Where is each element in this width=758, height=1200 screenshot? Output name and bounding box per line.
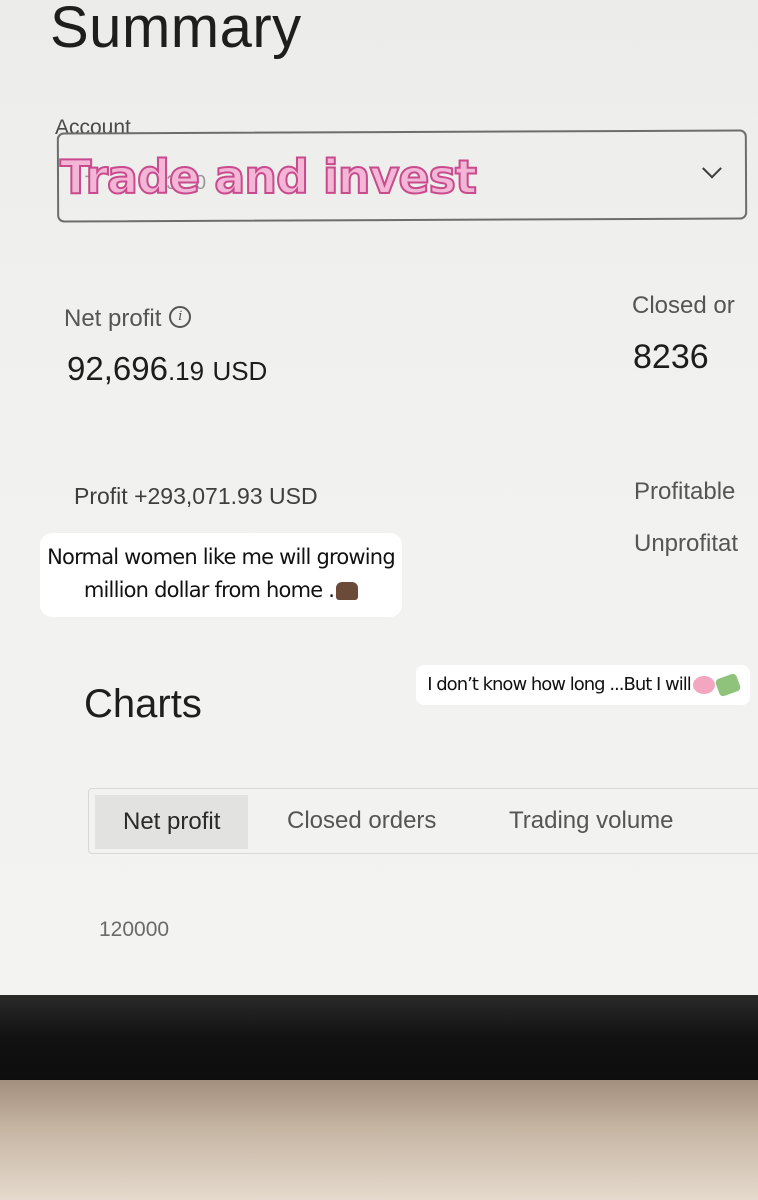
desk-surface — [0, 1080, 758, 1200]
charts-title: Charts — [84, 682, 202, 726]
net-profit-decimals: .19 — [167, 356, 205, 386]
person-laptop-emoji-icon — [336, 582, 359, 600]
profitable-label: Profitable — [634, 478, 736, 505]
closed-orders-label: Closed or — [632, 292, 735, 319]
net-profit-label-text: Net profit — [64, 305, 162, 332]
brain-emoji-icon — [692, 676, 715, 694]
net-profit-main: 92,696 — [67, 350, 168, 387]
unprofitable-label: Unprofitat — [634, 530, 739, 557]
net-profit-currency: USD — [212, 356, 268, 386]
caption-1-line-1: Normal women like me will growing — [47, 545, 396, 569]
charts-tabs: Net profit Closed orders Trading volume — [88, 788, 758, 854]
chevron-down-icon — [702, 158, 722, 179]
info-circle-icon[interactable]: i — [169, 305, 192, 328]
story-caption-2: I don’t know how long ...But I will — [416, 665, 750, 705]
net-profit-label: Net profit i — [64, 305, 192, 333]
closed-orders-value: 8236 — [633, 338, 709, 376]
story-caption-1: Normal women like me will growing millio… — [40, 533, 402, 617]
caption-2-text: I don’t know how long ...But I will — [427, 674, 692, 695]
profit-line: Profit +293,071.93 USD — [74, 483, 318, 509]
money-wings-emoji-icon — [714, 672, 742, 698]
page-title: Summary — [50, 0, 302, 60]
chart-y-axis-tick: 120000 — [99, 918, 170, 941]
caption-1-line-2: million dollar from home . — [83, 578, 335, 602]
tab-closed-orders[interactable]: Closed orders — [259, 789, 464, 853]
tab-net-profit[interactable]: Net profit — [95, 795, 249, 849]
tab-trading-volume[interactable]: Trading volume — [481, 789, 702, 853]
overlay-title-text: Trade and invest — [59, 149, 478, 205]
screen: Summary Account T . 0 3 0 . Trade and in… — [0, 0, 758, 1000]
net-profit-value: 92,696.19 USD — [67, 350, 267, 388]
